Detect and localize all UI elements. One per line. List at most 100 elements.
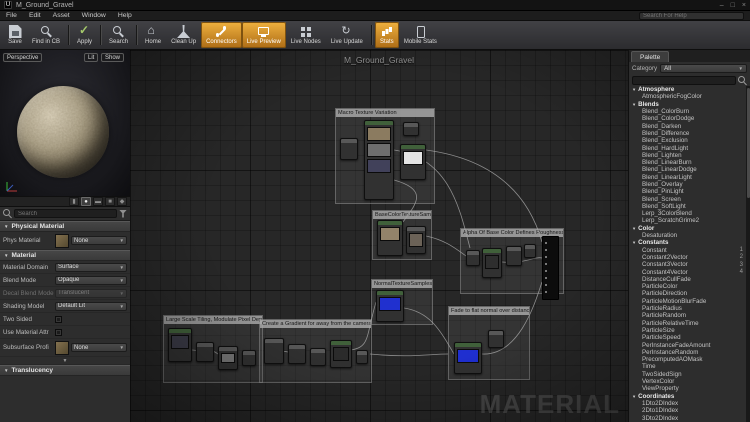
graph-node[interactable] — [264, 338, 284, 364]
graph-node[interactable] — [218, 346, 238, 370]
palette-item-particlesize[interactable]: ParticleSize — [629, 327, 746, 334]
graph-node[interactable] — [406, 226, 426, 254]
palette-item-particlecolor[interactable]: ParticleColor — [629, 283, 746, 290]
graph-node[interactable] — [288, 344, 306, 364]
palette-item-precomputedaomask[interactable]: PrecomputedAOMask — [629, 356, 746, 363]
toolbar-button-live-nodes[interactable]: Live Nodes — [286, 22, 326, 48]
graph-node[interactable] — [242, 350, 256, 366]
shading-model-dropdown[interactable]: Default Lit ▼ — [55, 301, 127, 311]
details-section-material[interactable]: ▼ Material — [0, 250, 130, 261]
palette-item-blend-exclusion[interactable]: Blend_Exclusion — [629, 137, 746, 144]
palette-item-3dto2dindex[interactable]: 3Dto2DIndex — [629, 414, 746, 422]
palette-item-blend-colorburn[interactable]: Blend_ColorBurn — [629, 108, 746, 115]
palette-category-coordinates[interactable]: ▼ Coordinates — [629, 392, 746, 400]
palette-item-blend-difference[interactable]: Blend_Difference — [629, 130, 746, 137]
palette-item-atmosphericfogcolor[interactable]: AtmosphericFogColor — [629, 93, 746, 100]
palette-item-blend-lineardodge[interactable]: Blend_LinearDodge — [629, 166, 746, 173]
palette-category-blends[interactable]: ▼ Blends — [629, 101, 746, 108]
subsurface-profi-asset-picker[interactable]: None ▼ — [71, 343, 127, 352]
maximize-button[interactable]: □ — [731, 2, 735, 9]
palette-item-time[interactable]: Time — [629, 363, 746, 370]
palette-scrollbar[interactable] — [746, 86, 750, 422]
palette-item-particleradius[interactable]: ParticleRadius — [629, 305, 746, 312]
palette-item-blend-softlight[interactable]: Blend_SoftLight — [629, 203, 746, 210]
decal-blend-mode-dropdown[interactable]: Translucent ▼ — [55, 288, 127, 298]
graph-node[interactable] — [340, 138, 358, 160]
cube-shape-icon[interactable]: ■ — [105, 197, 115, 206]
palette-item-constant4vector[interactable]: Constant4Vector 4 — [629, 268, 746, 276]
palette-category-constants[interactable]: ▼ Constants — [629, 239, 746, 246]
show-menu-button[interactable]: Show — [101, 53, 125, 62]
graph-node[interactable] — [524, 244, 536, 258]
palette-category-color[interactable]: ▼ Color — [629, 225, 746, 232]
palette-item-blend-overlay[interactable]: Blend_Overlay — [629, 181, 746, 188]
texture-sample-node[interactable] — [377, 220, 403, 256]
asset-thumbnail[interactable] — [55, 233, 69, 248]
palette-item-twosidedsign[interactable]: TwoSidedSign — [629, 371, 746, 378]
texture-sample-node[interactable] — [330, 340, 352, 368]
palette-item-blend-screen[interactable]: Blend_Screen — [629, 195, 746, 203]
graph-node[interactable] — [506, 246, 522, 266]
texture-sample-node[interactable] — [168, 328, 192, 362]
graph-node[interactable] — [196, 342, 214, 362]
toolbar-button-stats[interactable]: Stats — [374, 22, 399, 48]
details-section-physical-material[interactable]: ▼ Physical Material — [0, 221, 130, 232]
toolbar-button-home[interactable]: Home — [140, 22, 166, 48]
palette-item-constant2vector[interactable]: Constant2Vector 2 — [629, 254, 746, 261]
normal-texture-node[interactable] — [376, 290, 404, 322]
two-sided-checkbox[interactable] — [55, 315, 62, 323]
cylinder-shape-icon[interactable]: ▮ — [69, 197, 79, 206]
palette-item-blend-pinlight[interactable]: Blend_PinLight — [629, 188, 746, 195]
toolbar-button-search[interactable]: Search — [104, 22, 133, 48]
texture-sample-node[interactable] — [400, 144, 426, 180]
toolbar-button-save[interactable]: Save — [3, 22, 27, 48]
help-search-input[interactable] — [639, 11, 744, 20]
palette-item-lerp-3colorblend[interactable]: Lerp_3ColorBlend — [629, 210, 746, 217]
minimize-button[interactable]: – — [720, 2, 724, 9]
toolbar-button-live-update[interactable]: Live Update — [326, 22, 368, 48]
close-button[interactable]: × — [742, 2, 746, 9]
palette-item-blend-linearburn[interactable]: Blend_LinearBurn — [629, 159, 746, 166]
palette-item-blend-darken[interactable]: Blend_Darken — [629, 122, 746, 130]
palette-item-particlerelativetime[interactable]: ParticleRelativeTime — [629, 320, 746, 327]
material-preview-sphere[interactable] — [17, 86, 109, 178]
texture-sample-node[interactable] — [364, 120, 394, 200]
menu-edit[interactable]: Edit — [29, 12, 41, 19]
graph-node[interactable] — [310, 348, 326, 366]
palette-item-constant[interactable]: Constant 1 — [629, 247, 746, 254]
palette-item-1dto2dindex[interactable]: 1Dto2DIndex — [629, 400, 746, 407]
palette-item-2dto1dindex[interactable]: 2Dto1DIndex — [629, 407, 746, 414]
menu-window[interactable]: Window — [82, 12, 106, 19]
palette-item-vertexcolor[interactable]: VertexColor — [629, 378, 746, 385]
toolbar-button-find-in-cb[interactable]: Find in CB — [27, 22, 65, 48]
palette-item-distancecullfade[interactable]: DistanceCullFade — [629, 276, 746, 283]
toolbar-button-apply[interactable]: Apply — [72, 22, 97, 48]
details-section-translucency[interactable]: ▼ Translucency — [0, 365, 130, 376]
palette-category-atmosphere[interactable]: ▼ Atmosphere — [629, 86, 746, 93]
palette-item-blend-lighten[interactable]: Blend_Lighten — [629, 152, 746, 159]
palette-search-input[interactable] — [632, 75, 736, 85]
menu-asset[interactable]: Asset — [53, 12, 70, 19]
palette-item-particlemotionblurfade[interactable]: ParticleMotionBlurFade — [629, 298, 746, 305]
toolbar-button-live-preview[interactable]: Live Preview — [241, 22, 286, 48]
palette-item-lerp-scratchgrime2[interactable]: Lerp_ScratchGrime2 — [629, 217, 746, 224]
use-material-attr-checkbox[interactable] — [55, 328, 62, 336]
plane-shape-icon[interactable]: ▬ — [93, 197, 103, 206]
filter-icon[interactable] — [119, 209, 127, 218]
palette-item-particlespeed[interactable]: ParticleSpeed — [629, 334, 746, 341]
graph-node[interactable] — [403, 122, 419, 136]
palette-item-particlerandom[interactable]: ParticleRandom — [629, 312, 746, 319]
toolbar-button-connectors[interactable]: Connectors — [201, 22, 242, 48]
sphere-shape-icon[interactable]: ● — [81, 197, 91, 206]
phys-material-asset-picker[interactable]: None ▼ — [71, 236, 127, 245]
details-search-input[interactable] — [14, 209, 117, 218]
menu-file[interactable]: File — [6, 12, 17, 19]
palette-item-perinstancerandom[interactable]: PerInstanceRandom — [629, 349, 746, 356]
texture-sample-node[interactable] — [482, 248, 502, 278]
palette-item-perinstancefadeamount[interactable]: PerInstanceFadeAmount — [629, 341, 746, 349]
toolbar-button-clean-up[interactable]: Clean Up — [166, 22, 201, 48]
palette-item-blend-colordodge[interactable]: Blend_ColorDodge — [629, 115, 746, 122]
menu-help[interactable]: Help — [118, 12, 132, 19]
palette-item-constant3vector[interactable]: Constant3Vector 3 — [629, 261, 746, 268]
toolbar-button-mobile-stats[interactable]: Mobile Stats — [399, 22, 442, 48]
